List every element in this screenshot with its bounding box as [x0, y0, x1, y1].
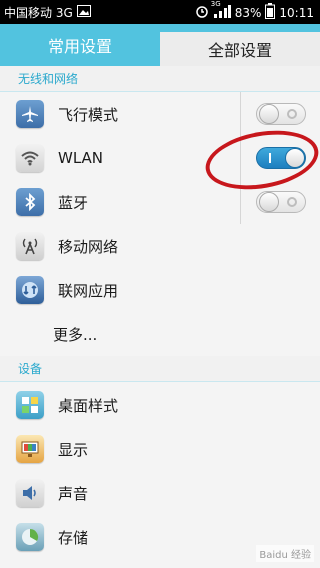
setting-row-airplane-mode[interactable]: 飞行模式 — [0, 92, 320, 136]
setting-label: 更多... — [53, 325, 98, 344]
setting-row-mobile-network[interactable]: 移动网络 — [0, 224, 320, 268]
section-title-wireless: 无线和网络 — [0, 66, 320, 92]
storage-icon — [16, 523, 44, 551]
toggle-knob — [258, 192, 279, 212]
airplane-mode-toggle[interactable] — [255, 103, 306, 125]
network-type-badge: 3G — [210, 0, 221, 8]
setting-label: 移动网络 — [58, 237, 119, 256]
setting-label: 飞行模式 — [58, 105, 119, 124]
setting-row-bluetooth[interactable]: 蓝牙 — [0, 180, 320, 224]
carrier-label: 中国移动 3G — [4, 6, 73, 20]
tab-all-settings[interactable]: 全部设置 — [160, 28, 320, 66]
status-bar: 中国移动 3G 3G 83% 10:11 — [0, 0, 320, 24]
setting-label: 存储 — [58, 528, 89, 547]
setting-label: 蓝牙 — [58, 193, 89, 212]
alarm-icon — [195, 4, 209, 21]
image-icon — [76, 5, 91, 20]
setting-label: 联网应用 — [58, 281, 119, 300]
signal-icon: 3G — [211, 0, 231, 21]
watermark: Baidu 经验 — [256, 545, 314, 562]
mobile-network-icon — [16, 232, 44, 260]
battery-percent: 83% — [234, 5, 262, 20]
battery-icon — [265, 3, 276, 22]
settings-tabs: 常用设置 全部设置 — [0, 24, 320, 66]
desktop-style-icon — [16, 391, 44, 419]
toggle-knob — [258, 104, 279, 124]
network-apps-icon — [16, 276, 44, 304]
section-title-device: 设备 — [0, 356, 320, 382]
bluetooth-toggle[interactable] — [255, 191, 306, 213]
setting-label: WLAN — [58, 149, 104, 167]
sound-icon — [16, 479, 44, 507]
setting-label: 显示 — [58, 440, 89, 459]
clock-time: 10:11 — [279, 5, 314, 20]
setting-label: 声音 — [58, 484, 89, 503]
toggle-area — [240, 92, 320, 136]
toggle-off-mark — [286, 109, 297, 119]
setting-label: 桌面样式 — [58, 396, 119, 415]
setting-row-network-apps[interactable]: 联网应用 — [0, 268, 320, 312]
tab-common-settings[interactable]: 常用设置 — [0, 24, 160, 66]
display-icon — [16, 435, 44, 463]
setting-row-display[interactable]: 显示 — [0, 427, 320, 471]
wifi-icon — [16, 144, 44, 172]
bluetooth-icon — [16, 188, 44, 216]
airplane-icon — [16, 100, 44, 128]
setting-row-sound[interactable]: 声音 — [0, 471, 320, 515]
setting-row-more[interactable]: 更多... — [0, 312, 320, 356]
toggle-off-mark — [286, 197, 297, 207]
setting-row-desktop-style[interactable]: 桌面样式 — [0, 383, 320, 427]
